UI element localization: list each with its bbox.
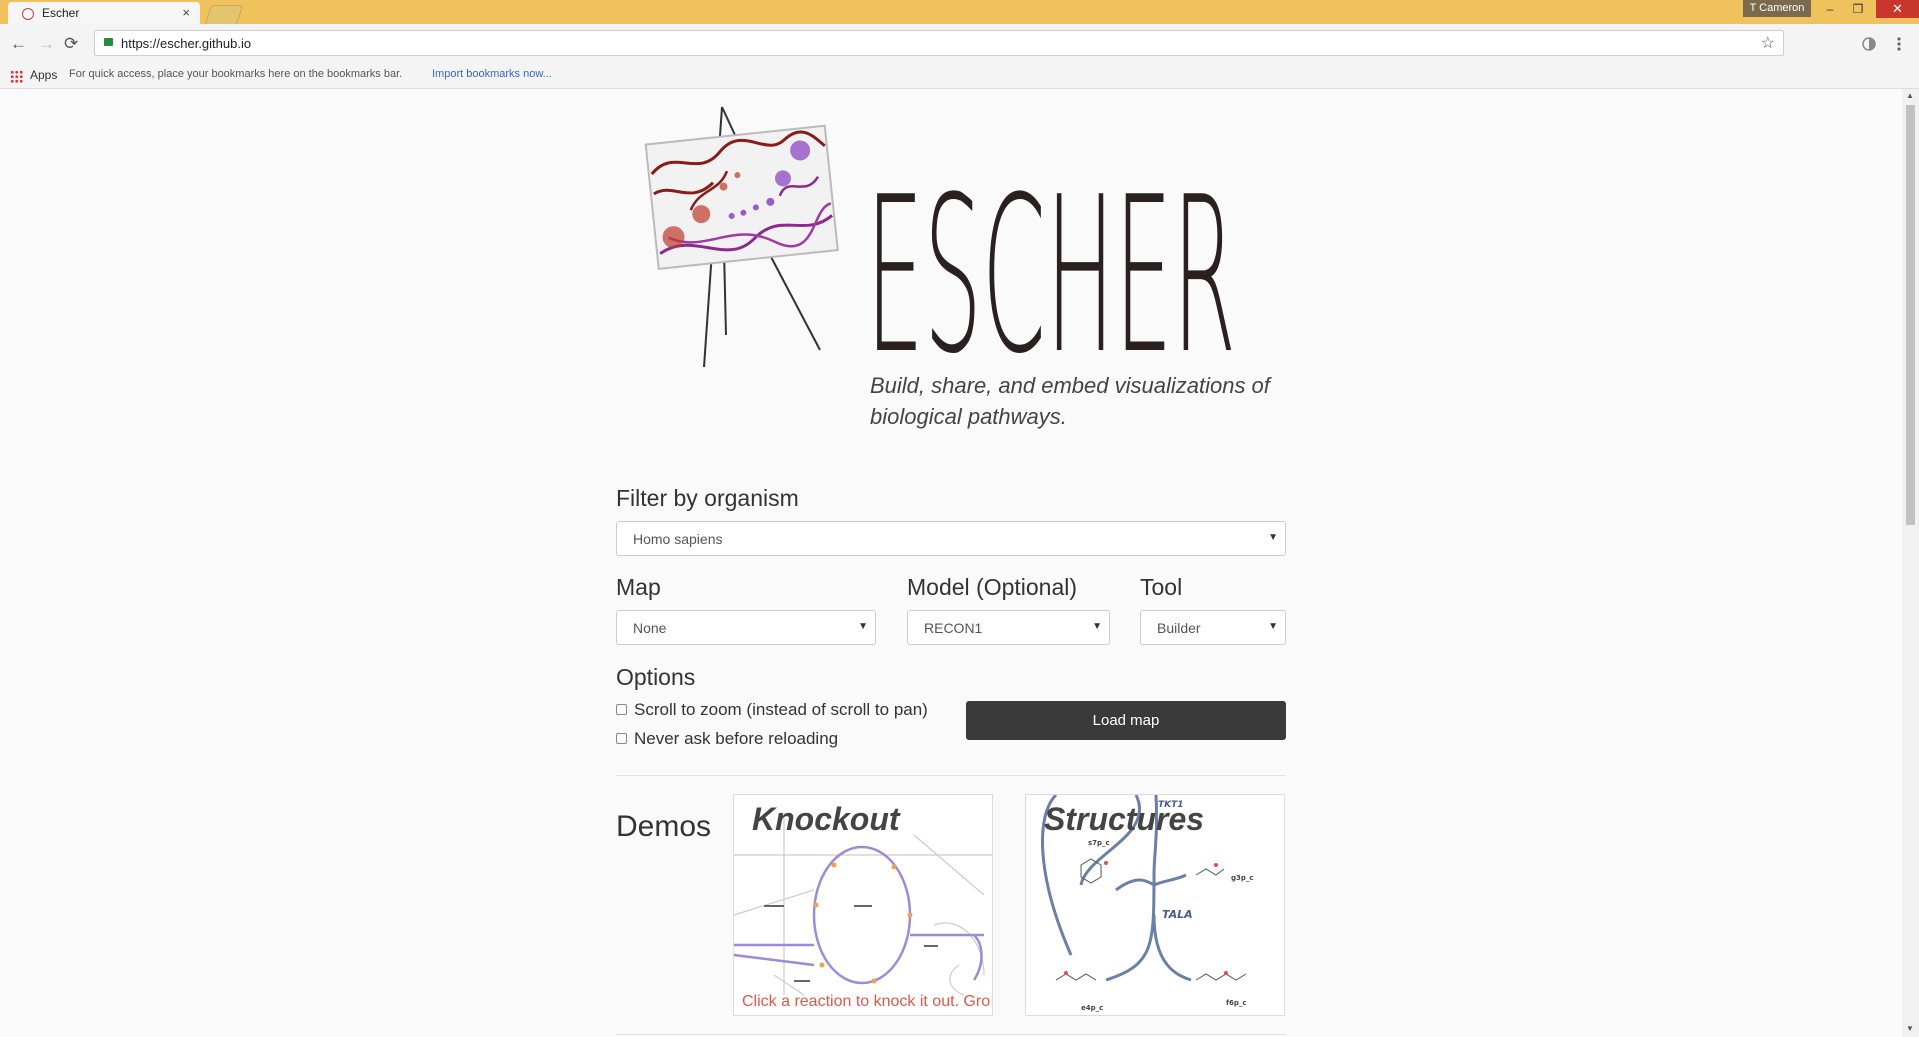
knockout-caption: Click a reaction to knock it out. Gro [742,993,991,1010]
favicon-icon [22,8,34,20]
browser-toolbar: ← → ⟳ https://escher.github.io ☆ [0,24,1919,64]
close-window-button[interactable]: ✕ [1876,0,1919,18]
filter-heading: Filter by organism [616,485,799,511]
scroll-down-icon[interactable]: ▼ [1906,1024,1914,1033]
never-ask-checkbox[interactable] [616,733,627,744]
label-tala: TALA [1162,908,1193,921]
scroll-up-icon[interactable]: ▲ [1906,91,1914,100]
dropdown-arrow-icon: ▼ [858,621,868,632]
escher-easel-logo [644,106,839,368]
structures-title: Structures [1044,801,1205,837]
minimize-button[interactable]: – [1816,1,1844,17]
extension-icon[interactable] [1862,37,1876,51]
tool-select[interactable]: Builder ▼ [1140,610,1286,645]
scroll-zoom-checkbox[interactable] [616,704,627,715]
model-select[interactable]: RECON1 ▼ [907,610,1110,645]
page-scrollbar[interactable]: ▲ ▼ [1902,89,1919,1037]
wordmark-text: ESCHER [866,185,1236,355]
tool-select-value: Builder [1157,620,1201,636]
apps-icon[interactable] [10,70,23,83]
tab-escher[interactable]: Escher × [8,2,200,24]
bookmarks-hint: For quick access, place your bookmarks h… [69,68,403,80]
map-select[interactable]: None ▼ [616,610,876,645]
divider [616,775,1286,776]
url-text[interactable]: https://escher.github.io [121,36,251,51]
forward-icon[interactable]: → [38,34,55,54]
divider-bottom [616,1034,1286,1035]
scroll-thumb[interactable] [1906,105,1915,525]
escher-wordmark: ESCHER [866,185,1236,355]
options-heading: Options [616,664,696,690]
demos-heading: Demos [616,810,712,843]
demo-knockout[interactable]: Knockout Click a reaction to knock it ou… [733,794,993,1016]
back-icon[interactable]: ← [10,34,27,54]
tagline: Build, share, and embed visualizations o… [870,370,1280,432]
tagline-line-2: biological pathways. [870,404,1067,429]
map-select-value: None [633,620,667,636]
label-f6p: f6p_c [1226,999,1247,1007]
reload-icon[interactable]: ⟳ [64,34,78,54]
tagline-line-1: Build, share, and embed visualizations o… [870,373,1270,398]
tab-title: Escher [42,6,80,20]
star-icon[interactable]: ☆ [1761,33,1775,53]
knockout-title: Knockout [752,801,900,837]
organism-select[interactable]: Homo sapiens ▼ [616,521,1286,556]
dropdown-arrow-icon: ▼ [1092,621,1102,632]
browser-titlebar: Escher × T Cameron – ❐ ✕ [0,0,1919,25]
restore-button[interactable]: ❐ [1844,1,1872,17]
demo-structures[interactable]: TKT1 TALA s7p_c g3p_c e4p_c f6p_c Struct… [1025,794,1285,1016]
organism-select-value: Homo sapiens [633,531,723,547]
profile-button[interactable]: T Cameron [1743,0,1811,17]
label-e4p: e4p_c [1081,1004,1103,1012]
menu-icon[interactable] [1896,36,1902,52]
lock-icon [104,38,113,46]
new-tab-button[interactable] [204,5,244,25]
load-map-button[interactable]: Load map [966,701,1286,740]
label-g3p: g3p_c [1231,874,1254,882]
label-s7p: s7p_c [1088,839,1110,847]
bookmarks-bar: Apps For quick access, place your bookma… [0,64,1919,89]
model-label: Model (Optional) [907,574,1078,600]
map-label: Map [616,574,661,600]
dropdown-arrow-icon: ▼ [1268,532,1278,543]
dropdown-arrow-icon: ▼ [1268,621,1278,632]
import-bookmarks-link[interactable]: Import bookmarks now... [432,68,552,80]
tool-label: Tool [1140,574,1183,600]
tab-close-icon[interactable]: × [182,5,190,20]
address-bar[interactable]: https://escher.github.io ☆ [94,30,1784,56]
never-ask-label[interactable]: Never ask before reloading [634,729,838,749]
scroll-zoom-label[interactable]: Scroll to zoom (instead of scroll to pan… [634,700,928,720]
apps-link[interactable]: Apps [30,68,57,82]
model-select-value: RECON1 [924,620,983,636]
